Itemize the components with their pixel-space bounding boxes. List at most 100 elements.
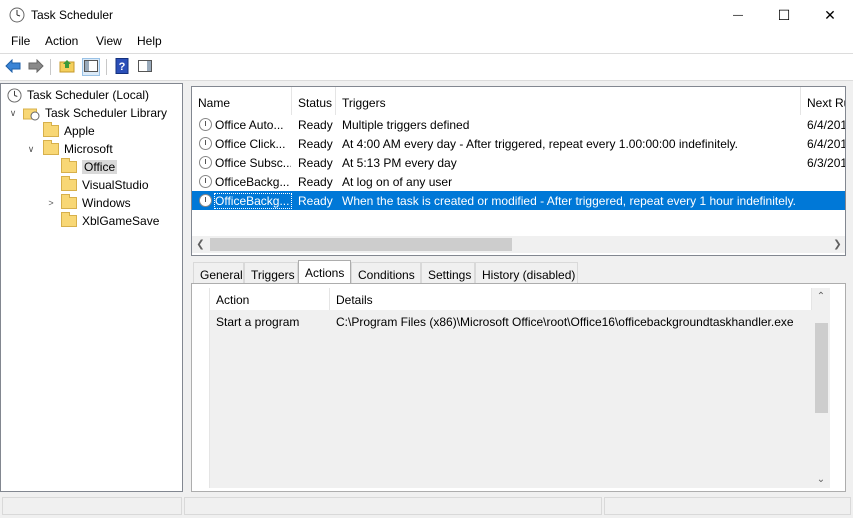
task-status: Ready	[298, 156, 333, 170]
task-clock-icon	[199, 118, 212, 131]
tree-label: Apple	[64, 124, 95, 138]
menu-view[interactable]: View	[96, 34, 122, 48]
show-hide-tree-button[interactable]	[82, 58, 100, 76]
minimize-button[interactable]: —	[715, 0, 761, 31]
task-scheduler-clock-icon	[9, 7, 25, 23]
folder-icon	[61, 194, 77, 209]
maximize-button[interactable]: ☐	[761, 0, 807, 31]
expand-arrow-icon[interactable]: >	[45, 198, 57, 208]
column-header-triggers[interactable]: Triggers	[336, 87, 801, 115]
toolbar: ?	[0, 53, 853, 81]
tab-actions[interactable]: Actions	[298, 260, 351, 284]
tree-label: Task Scheduler (Local)	[27, 88, 150, 102]
task-name: OfficeBackg...	[214, 193, 292, 209]
tree-item-task-scheduler-local[interactable]: Task Scheduler (Local)	[5, 86, 149, 104]
tree-label: Microsoft	[64, 142, 113, 156]
tree-label: VisualStudio	[82, 178, 149, 192]
menu-bar: File Action View Help	[0, 31, 853, 53]
task-clock-icon	[199, 194, 212, 207]
tree-item-windows[interactable]: > Windows	[45, 194, 131, 212]
task-name: Office Auto...	[215, 118, 284, 132]
scroll-left-arrow-icon[interactable]: ❮	[192, 236, 209, 253]
clock-icon	[7, 87, 22, 103]
vertical-scroll-thumb[interactable]	[815, 323, 828, 413]
help-icon: ?	[115, 57, 129, 77]
actions-tab-content: Action Details Start a program C:\Progra…	[191, 283, 846, 492]
title-bar: Task Scheduler — ☐ ✕	[0, 0, 853, 31]
collapse-arrow-icon[interactable]: ∨	[25, 144, 37, 155]
window-title: Task Scheduler	[31, 8, 114, 22]
up-folder-button[interactable]	[58, 58, 76, 76]
show-hide-tree-icon	[84, 59, 98, 75]
pane-splitter[interactable]	[185, 83, 189, 492]
task-next-run: 6/4/201	[807, 118, 846, 132]
table-row[interactable]: Start a program C:\Program Files (x86)\M…	[210, 310, 812, 330]
svg-text:?: ?	[119, 61, 126, 73]
task-clock-icon	[199, 137, 212, 150]
back-button[interactable]	[4, 58, 22, 76]
tree-label: XblGameSave	[82, 214, 160, 228]
menu-file[interactable]: File	[11, 34, 30, 48]
forward-button[interactable]	[27, 58, 45, 76]
table-row[interactable]: Office Auto... Ready Multiple triggers d…	[192, 115, 846, 134]
minimize-icon: —	[733, 10, 743, 21]
tab-history-disabled[interactable]: History (disabled)	[475, 262, 578, 283]
table-row[interactable]: Office Subsc... Ready At 5:13 PM every d…	[192, 153, 846, 172]
menu-help[interactable]: Help	[137, 34, 162, 48]
table-row-selected[interactable]: OfficeBackg... Ready When the task is cr…	[192, 191, 845, 210]
column-header-action[interactable]: Action	[210, 288, 330, 310]
collapse-arrow-icon[interactable]: ∨	[7, 108, 19, 119]
tree-item-microsoft[interactable]: ∨ Microsoft	[25, 140, 113, 158]
task-details-panel: General Triggers Actions Conditions Sett…	[191, 260, 846, 492]
tab-general[interactable]: General	[193, 262, 244, 283]
task-next-run: 6/4/201	[807, 137, 846, 151]
folder-icon	[61, 212, 77, 227]
folder-icon	[43, 122, 59, 137]
scroll-up-arrow-icon[interactable]: ⌃	[812, 288, 830, 305]
maximize-icon: ☐	[777, 7, 791, 23]
tree-item-apple[interactable]: Apple	[43, 122, 95, 140]
status-pane-1	[2, 497, 182, 515]
horizontal-scroll-thumb[interactable]	[210, 238, 512, 251]
status-pane-2	[184, 497, 602, 515]
tree-label: Task Scheduler Library	[45, 106, 168, 120]
task-name: Office Subsc...	[215, 156, 291, 170]
column-header-name[interactable]: Name	[192, 87, 292, 115]
scroll-down-arrow-icon[interactable]: ⌄	[812, 471, 830, 488]
vertical-scrollbar[interactable]: ⌃ ⌄	[812, 288, 830, 488]
column-header-next-run[interactable]: Next Ru	[801, 87, 845, 115]
help-button[interactable]: ?	[113, 57, 131, 77]
tree-item-xblgamesave[interactable]: XblGameSave	[61, 212, 159, 230]
task-next-run: 6/3/201	[807, 156, 846, 170]
close-button[interactable]: ✕	[807, 0, 853, 31]
task-trigger: Multiple triggers defined	[342, 118, 470, 132]
navigation-tree: Task Scheduler (Local) ∨ Task Scheduler …	[0, 83, 183, 492]
action-details: C:\Program Files (x86)\Microsoft Office\…	[336, 315, 794, 329]
tab-conditions[interactable]: Conditions	[351, 262, 421, 283]
tree-item-office[interactable]: Office	[61, 158, 118, 176]
status-pane-3	[604, 497, 851, 515]
task-trigger: At 5:13 PM every day	[342, 156, 457, 170]
folder-icon	[43, 140, 59, 155]
folder-open-icon	[61, 158, 77, 173]
task-list: Name Status Triggers Next Ru Office Auto…	[191, 86, 846, 256]
task-clock-icon	[199, 175, 212, 188]
task-trigger: At 4:00 AM every day - After triggered, …	[342, 137, 738, 151]
scroll-right-arrow-icon[interactable]: ❯	[829, 236, 845, 253]
action-pane-icon	[138, 59, 152, 75]
tree-item-task-scheduler-library[interactable]: ∨ Task Scheduler Library	[7, 104, 167, 122]
tab-settings[interactable]: Settings	[421, 262, 475, 283]
task-clock-icon	[199, 156, 212, 169]
library-folder-clock-icon	[23, 108, 40, 120]
tree-item-visualstudio[interactable]: VisualStudio	[61, 176, 149, 194]
menu-action[interactable]: Action	[45, 34, 78, 48]
column-header-details[interactable]: Details	[330, 288, 812, 310]
table-row[interactable]: OfficeBackg... Ready At log on of any us…	[192, 172, 845, 191]
horizontal-scrollbar[interactable]: ❮ ❯	[192, 236, 845, 253]
tab-triggers[interactable]: Triggers	[244, 262, 298, 283]
task-status: Ready	[298, 175, 333, 189]
table-row[interactable]: Office Click... Ready At 4:00 AM every d…	[192, 134, 846, 153]
action-pane-button[interactable]	[136, 58, 154, 76]
column-header-status[interactable]: Status	[292, 87, 336, 115]
toolbar-separator	[106, 59, 107, 75]
